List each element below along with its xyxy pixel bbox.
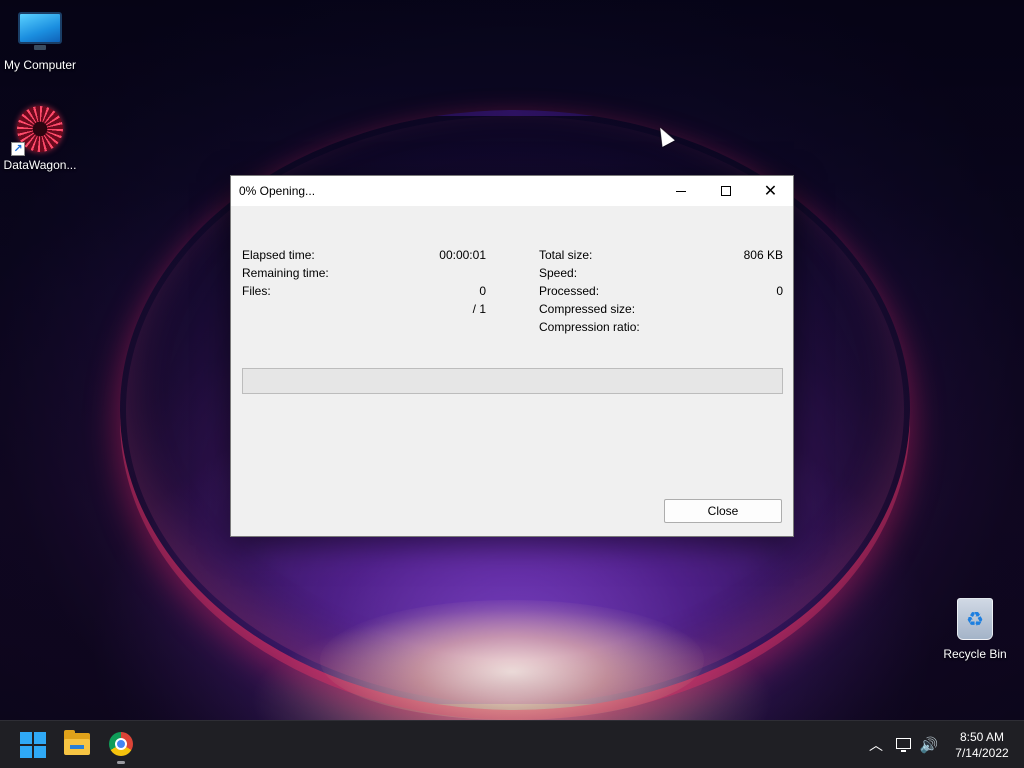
compressed-size-value: [691, 300, 783, 318]
remaining-time-value: [401, 264, 486, 282]
remaining-time-label: Remaining time:: [242, 266, 329, 280]
compression-ratio-value: [691, 318, 783, 336]
show-hidden-icons-chevron-icon[interactable]: ︿: [866, 735, 886, 755]
speed-label: Speed:: [539, 266, 578, 280]
desktop-icon-label: DataWagon...: [3, 158, 77, 172]
file-explorer-icon[interactable]: [64, 730, 90, 755]
desktop-icon-my-computer[interactable]: My Computer: [0, 12, 80, 72]
recycle-bin-icon: [957, 598, 993, 640]
clock-time: 8:50 AM: [959, 730, 1005, 744]
processed-label: Processed:: [539, 284, 600, 298]
progress-bar: [242, 368, 783, 394]
shortcut-arrow-icon: ↗: [11, 142, 25, 156]
desktop-icon-datawagon[interactable]: ↗ DataWagon...: [0, 106, 80, 172]
compression-ratio-label: Compression ratio:: [539, 320, 640, 334]
maximize-icon: [720, 186, 731, 196]
total-size-value: 806 KB: [743, 248, 783, 262]
chrome-icon[interactable]: [109, 732, 133, 756]
taskbar-clock[interactable]: 8:50 AM 7/14/2022: [944, 729, 1020, 761]
elapsed-time-label: Elapsed time:: [242, 248, 315, 262]
elapsed-time-value: 00:00:01: [439, 248, 486, 262]
network-icon[interactable]: [894, 735, 914, 755]
computer-icon: [18, 12, 62, 50]
progress-dialog: 0% Opening... ✕ Elapsed time: 00:00:01 R…: [230, 175, 794, 537]
desktop-icon-label: My Computer: [3, 58, 77, 72]
clock-date: 7/14/2022: [955, 746, 1009, 760]
total-size-label: Total size:: [539, 248, 593, 262]
start-icon[interactable]: [20, 732, 46, 758]
maximize-button[interactable]: [703, 176, 748, 206]
active-app-indicator: [117, 761, 125, 764]
files-label: Files:: [242, 284, 271, 298]
close-button[interactable]: Close: [664, 499, 782, 523]
processed-value: 0: [776, 284, 783, 298]
desktop-icon-recycle-bin[interactable]: Recycle Bin: [935, 598, 1015, 661]
minimize-icon: [675, 190, 686, 192]
close-icon: ✕: [763, 181, 778, 200]
minimize-button[interactable]: [658, 176, 703, 206]
desktop-icon-label: Recycle Bin: [943, 647, 1007, 661]
compressed-size-label: Compressed size:: [539, 302, 636, 316]
dialog-titlebar[interactable]: 0% Opening... ✕: [231, 176, 793, 206]
files-total-value: / 1: [472, 302, 486, 316]
taskbar: ︿ 🔊 8:50 AM 7/14/2022: [0, 720, 1024, 768]
datawagon-icon: ↗: [11, 106, 63, 156]
volume-icon[interactable]: 🔊: [918, 735, 940, 755]
dialog-title: 0% Opening...: [239, 184, 316, 198]
speed-value: [691, 264, 783, 282]
title-close-button[interactable]: ✕: [748, 176, 793, 206]
files-value: 0: [479, 284, 486, 298]
